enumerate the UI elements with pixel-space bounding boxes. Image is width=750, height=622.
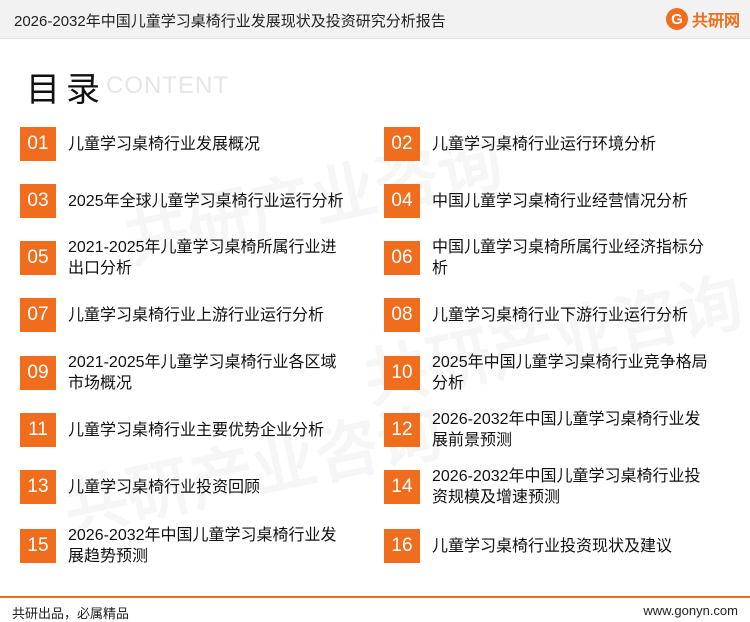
toc-item-09[interactable]: 09 2021-2025年儿童学习桌椅行业各区域市场概况: [20, 353, 355, 393]
footer-url: www.gonyn.com: [643, 603, 738, 618]
toc-item-label: 中国儿童学习桌椅行业经营情况分析: [432, 192, 689, 210]
toc-item-number: 03: [20, 184, 56, 218]
logo-icon: G: [665, 8, 688, 30]
toc-item-04[interactable]: 04 中国儿童学习桌椅行业经营情况分析: [384, 181, 719, 221]
toc-item-label: 儿童学习桌椅行业投资现状及建议: [432, 537, 673, 555]
toc-item-02[interactable]: 02 儿童学习桌椅行业运行环境分析: [384, 124, 719, 164]
toc-title: 目录: [26, 70, 106, 110]
toc-item-number: 11: [20, 413, 56, 447]
toc-item-07[interactable]: 07 儿童学习桌椅行业上游行业运行分析: [20, 295, 355, 335]
toc-item-number: 12: [384, 413, 420, 447]
toc-item-label: 2025年中国儿童学习桌椅行业竞争格局分析: [432, 354, 708, 392]
toc-item-number: 01: [20, 127, 56, 161]
brand-logo: G 共研网: [665, 7, 740, 31]
toc-item-08[interactable]: 08 儿童学习桌椅行业下游行业运行分析: [384, 295, 719, 335]
toc-item-number: 06: [384, 241, 420, 275]
toc-item-number: 10: [384, 356, 420, 390]
toc-item-05[interactable]: 05 2021-2025年儿童学习桌椅所属行业进出口分析: [20, 238, 355, 278]
toc-item-label: 儿童学习桌椅行业主要优势企业分析: [68, 421, 325, 439]
toc-item-number: 15: [20, 529, 56, 563]
toc-item-number: 08: [384, 298, 420, 332]
toc-item-10[interactable]: 10 2025年中国儿童学习桌椅行业竞争格局分析: [384, 353, 719, 393]
toc-item-15[interactable]: 15 2026-2032年中国儿童学习桌椅行业发展趋势预测: [20, 526, 355, 566]
toc-item-13[interactable]: 13 儿童学习桌椅行业投资回顾: [20, 467, 355, 507]
toc-item-14[interactable]: 14 2026-2032年中国儿童学习桌椅行业投资规模及增速预测: [384, 467, 719, 507]
toc-item-label: 2026-2032年中国儿童学习桌椅行业发展前景预测: [432, 411, 701, 449]
toc-subtitle: CONTENT: [106, 72, 229, 99]
toc-item-number: 14: [384, 470, 420, 504]
toc-item-label: 2026-2032年中国儿童学习桌椅行业发展趋势预测: [68, 527, 337, 565]
header-bar: 2026-2032年中国儿童学习桌椅行业发展现状及投资研究分析报告 G 共研网: [0, 0, 750, 39]
toc-item-number: 04: [384, 184, 420, 218]
report-title: 2026-2032年中国儿童学习桌椅行业发展现状及投资研究分析报告: [14, 13, 446, 30]
toc-item-label: 2026-2032年中国儿童学习桌椅行业投资规模及增速预测: [432, 468, 701, 506]
toc-item-label: 中国儿童学习桌椅所属行业经济指标分析: [432, 239, 705, 277]
toc-item-label: 2025年全球儿童学习桌椅行业运行分析: [68, 192, 344, 210]
toc-item-label: 儿童学习桌椅行业发展概况: [68, 135, 261, 153]
toc-item-12[interactable]: 12 2026-2032年中国儿童学习桌椅行业发展前景预测: [384, 410, 719, 450]
footer-slogan: 共研出品，必属精品: [12, 606, 130, 621]
toc-item-number: 13: [20, 470, 56, 504]
toc-item-label: 儿童学习桌椅行业下游行业运行分析: [432, 306, 689, 324]
toc-item-number: 16: [384, 529, 420, 563]
toc-item-label: 儿童学习桌椅行业投资回顾: [68, 478, 261, 496]
toc-item-16[interactable]: 16 儿童学习桌椅行业投资现状及建议: [384, 526, 719, 566]
logo-text: 共研网: [691, 13, 740, 30]
toc-item-label: 儿童学习桌椅行业上游行业运行分析: [68, 306, 325, 324]
toc-item-03[interactable]: 03 2025年全球儿童学习桌椅行业运行分析: [20, 181, 355, 221]
toc-item-label: 儿童学习桌椅行业运行环境分析: [432, 135, 657, 153]
toc-item-01[interactable]: 01 儿童学习桌椅行业发展概况: [20, 124, 355, 164]
toc-item-11[interactable]: 11 儿童学习桌椅行业主要优势企业分析: [20, 410, 355, 450]
toc-item-label: 2021-2025年儿童学习桌椅所属行业进出口分析: [68, 239, 337, 277]
toc-item-number: 02: [384, 127, 420, 161]
toc-item-number: 05: [20, 241, 56, 275]
toc-item-label: 2021-2025年儿童学习桌椅行业各区域市场概况: [68, 354, 337, 392]
toc-item-number: 07: [20, 298, 56, 332]
toc-item-number: 09: [20, 356, 56, 390]
toc-item-06[interactable]: 06 中国儿童学习桌椅所属行业经济指标分析: [384, 238, 719, 278]
footer-divider: [0, 596, 750, 598]
